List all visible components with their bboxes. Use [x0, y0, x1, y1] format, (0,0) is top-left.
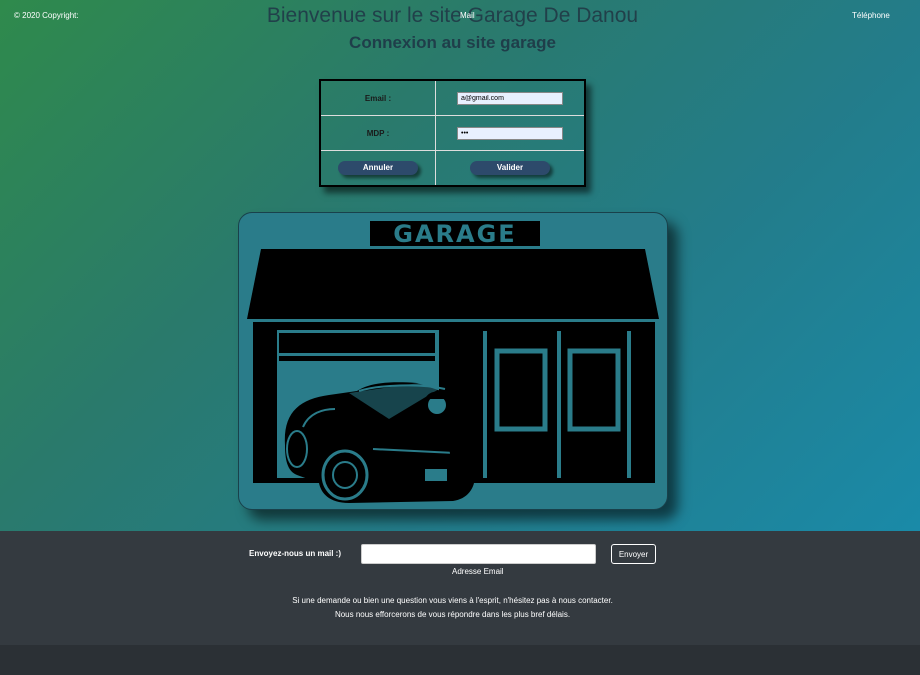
contact-email-input[interactable] [361, 544, 596, 564]
password-label: MDP : [319, 115, 436, 151]
footer-copyright: © 2020 Copyright: [14, 11, 79, 20]
cancel-button[interactable]: Annuler [338, 161, 418, 175]
footer-mail-link[interactable]: Mail [460, 11, 475, 20]
garage-sign-text: GARAGE [393, 220, 516, 248]
login-form: Email : MDP : Annuler Valider [319, 79, 586, 187]
garage-illustration: GARAGE [238, 212, 668, 510]
send-button[interactable]: Envoyer [611, 544, 656, 564]
page-subtitle: Connexion au site garage [349, 33, 556, 52]
email-field[interactable] [457, 91, 563, 105]
contact-label: Envoyez-nous un mail :) [249, 549, 342, 558]
contact-email-hint: Adresse Email [452, 567, 504, 576]
garage-pillar [253, 330, 277, 482]
submit-button[interactable]: Valider [470, 161, 550, 175]
contact-note-line2: Nous nous efforcerons de vous répondre d… [334, 610, 571, 619]
page-title: Bienvenue sur le site Garage De Danou [266, 4, 639, 27]
footer-bar [0, 645, 920, 675]
contact-note-line1: Si une demande ou bien une question vous… [292, 596, 613, 605]
password-field[interactable] [457, 126, 563, 140]
garage-drawing: GARAGE [247, 220, 659, 503]
footer-phone-link[interactable]: Téléphone [852, 11, 890, 20]
email-label: Email : [319, 79, 436, 116]
garage-roof [247, 249, 659, 319]
